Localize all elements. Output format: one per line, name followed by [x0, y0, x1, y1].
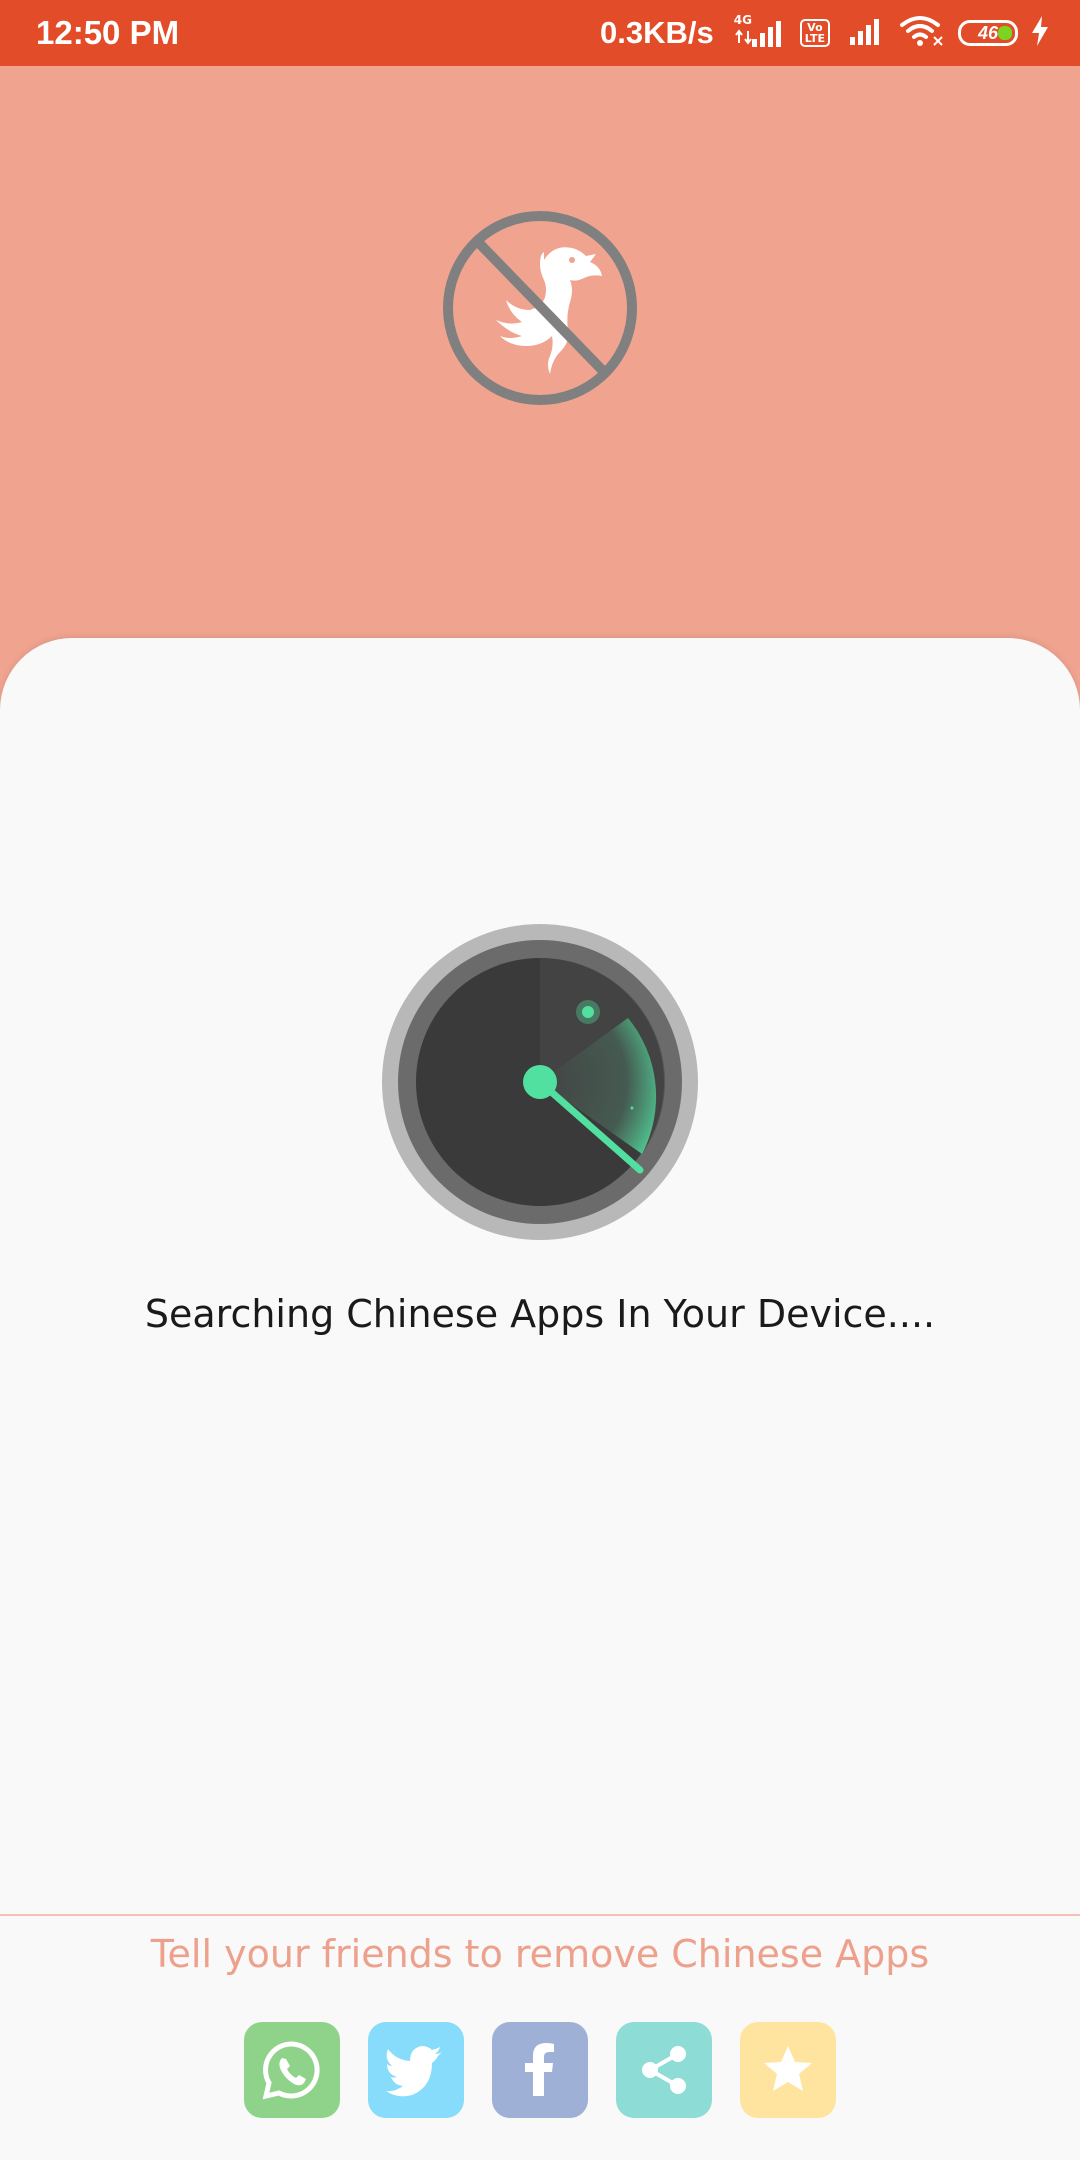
volte-icon: Vo LTE [799, 19, 830, 47]
status-time: 12:50 PM [36, 14, 180, 51]
charging-icon [1030, 16, 1050, 50]
whatsapp-icon [262, 2041, 320, 2100]
share-button[interactable] [616, 2022, 712, 2118]
facebook-share-button[interactable] [492, 2022, 588, 2118]
no-chinese-dragon-icon [440, 208, 640, 408]
scan-status-text: Searching Chinese Apps In Your Device...… [144, 1292, 936, 1336]
volte-label-bottom: LTE [804, 32, 825, 45]
signal-icon: 4G [732, 13, 788, 49]
whatsapp-share-button[interactable] [244, 2022, 340, 2118]
share-prompt: Tell your friends to remove Chinese Apps [150, 1932, 930, 1976]
share-icon [642, 2046, 686, 2094]
network-speed: 0.3KB/s [600, 15, 714, 50]
facebook-icon [525, 2043, 554, 2096]
battery-level: 46 [977, 22, 999, 43]
twitter-icon [386, 2046, 442, 2097]
divider [0, 1914, 1080, 1916]
battery-icon: 46 [958, 20, 1018, 46]
share-buttons [0, 2022, 1080, 2118]
scan-card: Searching Chinese Apps In Your Device...… [0, 638, 1080, 2160]
radar-scan-icon [380, 922, 700, 1242]
twitter-share-button[interactable] [368, 2022, 464, 2118]
status-bar: 12:50 PM 0.3KB/s 4G Vo LTE 46 [0, 0, 1080, 66]
wifi-icon [898, 15, 946, 51]
rate-app-button[interactable] [740, 2022, 836, 2118]
status-icons: 0.3KB/s 4G Vo LTE 46 [600, 13, 1050, 51]
star-icon [764, 2046, 812, 2091]
battery-fill [998, 26, 1012, 40]
header-banner [0, 66, 1080, 666]
signal-icon-2 [842, 15, 886, 51]
network-type-label: 4G [733, 13, 752, 27]
